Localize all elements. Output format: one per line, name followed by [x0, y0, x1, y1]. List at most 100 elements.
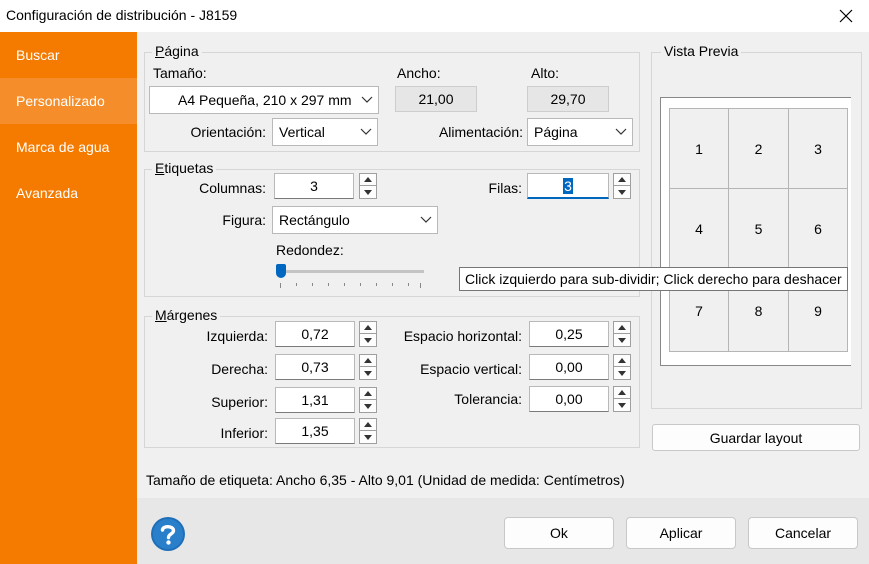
margin-bottom-spinner[interactable]: [359, 418, 377, 444]
orientation-select-value: Vertical: [279, 124, 325, 140]
caret-down-icon: [618, 337, 626, 343]
vspace-spinner[interactable]: [613, 354, 631, 380]
preview-cell-number: 1: [695, 140, 703, 157]
feed-select[interactable]: Página: [527, 118, 633, 146]
caret-down-icon: [618, 189, 626, 195]
preview-cell-number: 2: [754, 140, 763, 157]
spin-up-button[interactable]: [359, 387, 377, 400]
spin-up-button[interactable]: [613, 173, 631, 186]
apply-button[interactable]: Aplicar: [626, 517, 736, 549]
caret-down-icon: [618, 370, 626, 376]
caret-down-icon: [364, 434, 372, 440]
sidebar: Buscar Personalizado Marca de agua Avanz…: [0, 32, 137, 564]
caret-down-icon: [364, 403, 372, 409]
preview-page: 1 2 3 4 5 6 7 8 9: [660, 97, 851, 366]
sidebar-item-label: Buscar: [16, 47, 60, 63]
vspace-label: Espacio vertical:: [420, 361, 522, 377]
spin-up-button[interactable]: [359, 173, 377, 186]
preview-cell[interactable]: 5: [728, 188, 789, 270]
preview-cell[interactable]: 3: [788, 108, 848, 189]
legend-rest: ágina: [164, 43, 199, 59]
rows-input[interactable]: 3: [527, 173, 609, 199]
legend-mnemonic: P: [155, 43, 165, 59]
margin-left-spinner[interactable]: [359, 321, 377, 347]
spin-up-button[interactable]: [613, 321, 631, 334]
size-label: Tamaño:: [153, 65, 207, 81]
height-label: Alto:: [531, 65, 560, 81]
rows-input-value: 3: [563, 178, 573, 194]
chevron-down-icon: [610, 119, 632, 145]
shape-label: Figura:: [222, 212, 266, 228]
preview-cell[interactable]: 2: [728, 108, 789, 189]
spin-down-button[interactable]: [613, 334, 631, 347]
title-bar: Configuración de distribución - J8159: [0, 0, 869, 32]
tolerance-spinner[interactable]: [613, 386, 631, 412]
spin-up-button[interactable]: [359, 418, 377, 431]
spin-down-button[interactable]: [613, 186, 631, 199]
sidebar-item-label: Personalizado: [16, 93, 105, 109]
sidebar-item-personalizado[interactable]: Personalizado: [0, 78, 137, 124]
hspace-input[interactable]: 0,25: [529, 321, 609, 347]
spin-up-button[interactable]: [359, 354, 377, 367]
save-layout-button[interactable]: Guardar layout: [652, 424, 860, 451]
preview-cell-number: 8: [754, 302, 763, 319]
spin-up-button[interactable]: [613, 386, 631, 399]
page-group-legend: Página: [152, 43, 202, 59]
spin-down-button[interactable]: [359, 431, 377, 444]
slider-ticks: [280, 283, 421, 288]
preview-cell-number: 5: [754, 221, 763, 237]
rows-spinner[interactable]: [613, 173, 631, 199]
roundness-slider[interactable]: [276, 264, 426, 290]
close-button[interactable]: [823, 0, 869, 32]
cancel-button[interactable]: Cancelar: [748, 517, 858, 549]
caret-up-icon: [364, 422, 372, 427]
sidebar-item-marca-de-agua[interactable]: Marca de agua: [0, 124, 137, 170]
vspace-input[interactable]: 0,00: [529, 354, 609, 380]
caret-up-icon: [618, 358, 626, 363]
preview-cell-number: 7: [695, 302, 703, 319]
sidebar-item-avanzada[interactable]: Avanzada: [0, 170, 137, 216]
margin-bottom-input[interactable]: 1,35: [275, 418, 355, 444]
caret-down-icon: [364, 189, 372, 195]
margin-top-spinner[interactable]: [359, 387, 377, 413]
margin-left-input[interactable]: 0,72: [275, 321, 355, 347]
spin-down-button[interactable]: [613, 399, 631, 412]
hspace-spinner[interactable]: [613, 321, 631, 347]
columns-label: Columnas:: [199, 180, 266, 196]
close-icon: [839, 9, 853, 23]
help-button[interactable]: [150, 516, 186, 552]
margin-right-input[interactable]: 0,73: [275, 354, 355, 380]
margin-right-spinner[interactable]: [359, 354, 377, 380]
caret-down-icon: [364, 337, 372, 343]
shape-select[interactable]: Rectángulo: [272, 206, 438, 234]
margin-right-label: Derecha:: [211, 361, 268, 377]
orientation-select[interactable]: Vertical: [272, 118, 378, 146]
preview-cell[interactable]: 4: [669, 188, 729, 270]
slider-thumb[interactable]: [276, 264, 286, 278]
caret-up-icon: [364, 391, 372, 396]
legend-rest: tiquetas: [164, 160, 214, 176]
preview-cell[interactable]: 1: [669, 108, 729, 189]
help-icon: [151, 517, 185, 551]
shape-select-value: Rectángulo: [279, 212, 350, 228]
sidebar-item-buscar[interactable]: Buscar: [0, 32, 137, 78]
caret-down-icon: [618, 402, 626, 408]
spin-down-button[interactable]: [359, 334, 377, 347]
spin-down-button[interactable]: [359, 367, 377, 380]
spin-up-button[interactable]: [613, 354, 631, 367]
width-label: Ancho:: [397, 65, 441, 81]
spin-down-button[interactable]: [359, 186, 377, 199]
spin-up-button[interactable]: [359, 321, 377, 334]
margin-top-input[interactable]: 1,31: [275, 387, 355, 413]
columns-input[interactable]: 3: [274, 173, 354, 199]
spin-down-button[interactable]: [359, 400, 377, 413]
tolerance-input[interactable]: 0,00: [529, 386, 609, 412]
ok-button[interactable]: Ok: [504, 517, 614, 549]
columns-spinner[interactable]: [359, 173, 377, 199]
spin-down-button[interactable]: [613, 367, 631, 380]
size-select[interactable]: A4 Pequeña, 210 x 297 mm: [149, 86, 379, 114]
preview-cell[interactable]: 6: [788, 188, 848, 270]
orientation-label: Orientación:: [190, 124, 266, 140]
caret-up-icon: [618, 390, 626, 395]
preview-cell-number: 4: [695, 221, 703, 237]
